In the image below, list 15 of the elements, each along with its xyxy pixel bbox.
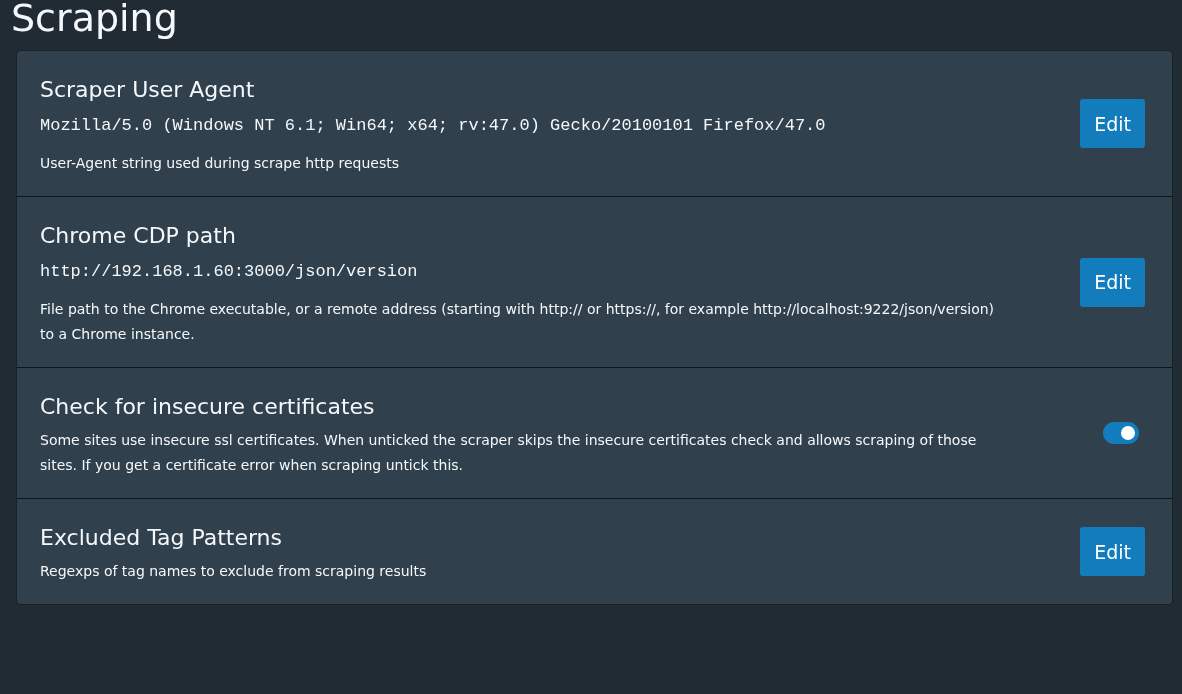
setting-value: Mozilla/5.0 (Windows NT 6.1; Win64; x64; rv:47.0) Gecko/20100101 Firefox/47.0 bbox=[40, 115, 827, 137]
setting-title: Chrome CDP path bbox=[40, 222, 237, 250]
page-title: Scraping bbox=[11, 0, 179, 42]
setting-title: Scraper User Agent bbox=[40, 76, 256, 104]
setting-description: File path to the Chrome executable, or a remote address (starting with http:// or https://, for example http://localhost:9222/json/version) to a Chrome instance. bbox=[40, 300, 996, 344]
edit-button[interactable]: Edit bbox=[1080, 527, 1145, 576]
setting-title: Excluded Tag Patterns bbox=[40, 524, 283, 552]
setting-description: Regexps of tag names to exclude from scraping results bbox=[40, 562, 428, 581]
setting-title: Check for insecure certificates bbox=[40, 393, 376, 421]
toggle-switch[interactable] bbox=[1103, 422, 1139, 444]
setting-description: User-Agent string used during scrape http requests bbox=[40, 154, 400, 173]
setting-value: http://192.168.1.60:3000/json/version bbox=[40, 261, 419, 283]
edit-button[interactable]: Edit bbox=[1080, 99, 1145, 148]
edit-button[interactable]: Edit bbox=[1080, 257, 1145, 307]
setting-description: Some sites use insecure ssl certificates. When unticked the scraper skips the insecure certificates check and allows scraping of those sites. If you get a certificate error when scraping untick this. bbox=[40, 431, 978, 475]
